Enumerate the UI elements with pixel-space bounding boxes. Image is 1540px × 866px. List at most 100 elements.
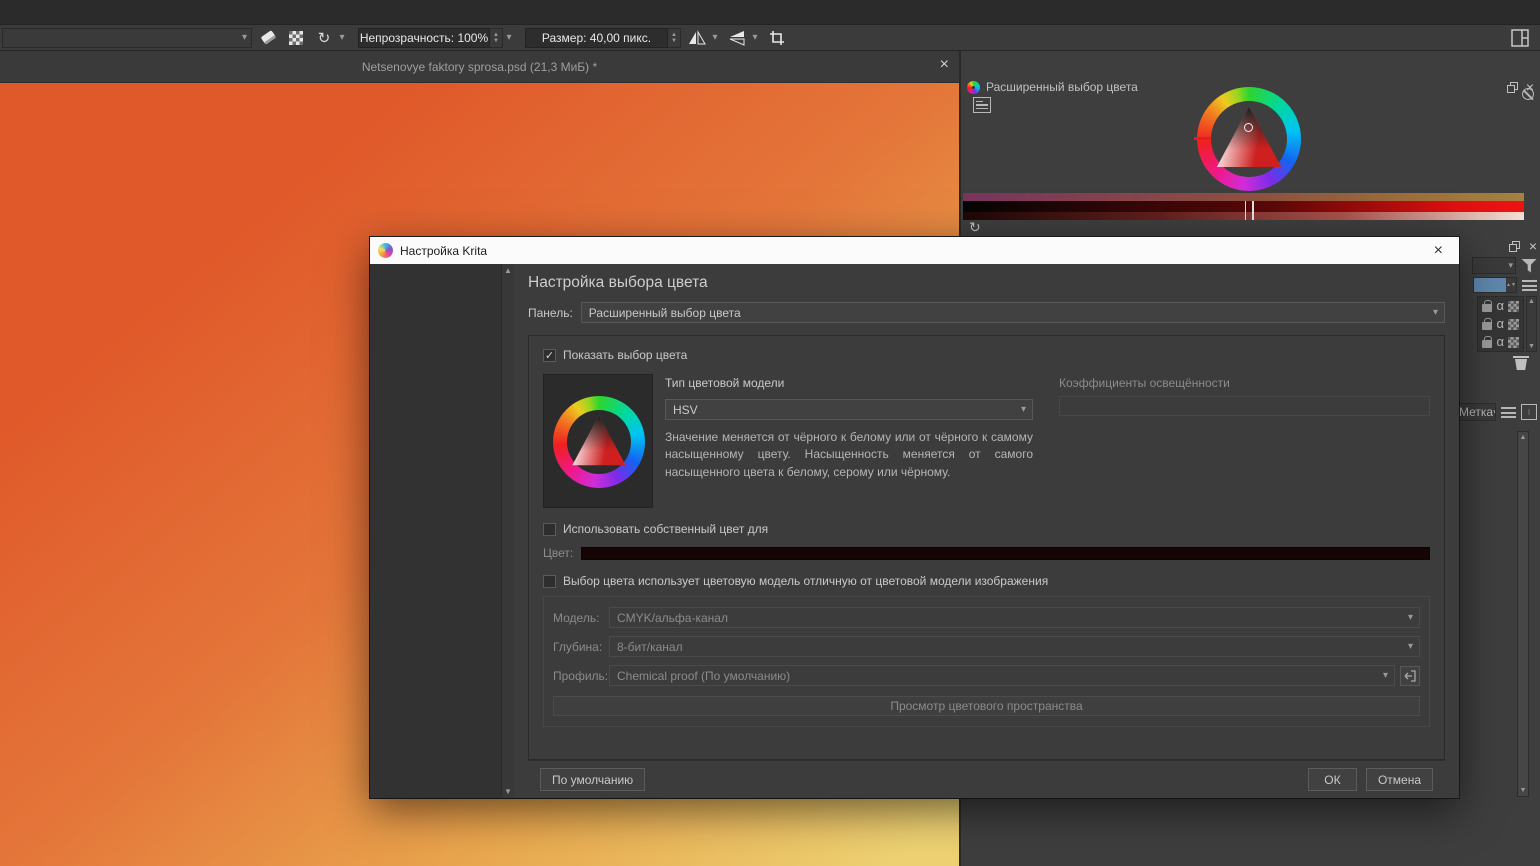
colorspace-browser-button: Просмотр цветового пространства <box>553 696 1420 716</box>
model-type-value: HSV <box>673 403 698 417</box>
layer-row[interactable]: α <box>1478 297 1523 315</box>
eraser-mode-button[interactable] <box>256 27 280 49</box>
lock-icon[interactable] <box>1482 340 1492 348</box>
inherit-alpha-icon[interactable] <box>1508 337 1519 348</box>
different-model-checkbox[interactable]: Выбор цвета использует цветовую модель о… <box>543 574 1430 588</box>
custom-color-bar <box>581 547 1430 560</box>
gradient-preset-dropdown[interactable]: ▾ <box>2 28 252 48</box>
sidebar-scrollbar[interactable]: ▲▼ <box>501 264 514 798</box>
panel-dropdown-value: Расширенный выбор цвета <box>589 306 741 320</box>
close-docker-icon[interactable]: × <box>1529 240 1537 252</box>
previous-color-swatch[interactable] <box>1521 119 1536 134</box>
brush-scrollbar[interactable]: ▲▼ <box>1517 431 1529 797</box>
mirror-horizontal-chevron[interactable]: ▾ <box>749 32 761 43</box>
preset-view-icon[interactable]: ⁝ <box>1521 404 1537 420</box>
colorspace-group: Модель: CMYK/альфа-канал ▾ Глубина: 8-би… <box>543 596 1430 727</box>
hue-ring[interactable] <box>1197 87 1301 191</box>
size-slider[interactable]: Размер: 40,00 пикс. <box>525 28 668 48</box>
panel-dropdown[interactable]: Расширенный выбор цвета ▾ <box>581 302 1445 323</box>
reload-options-chevron[interactable]: ▾ <box>336 32 348 43</box>
document-tab-title: Netsenovye faktory sprosa.psd (21,3 МиБ)… <box>362 60 597 74</box>
shade-strip-tint[interactable] <box>963 212 1524 220</box>
inherit-alpha-icon[interactable] <box>1508 301 1519 312</box>
lock-icon[interactable] <box>1482 304 1492 312</box>
selector-preview[interactable] <box>543 374 653 508</box>
model-value: CMYK/альфа-канал <box>617 611 728 625</box>
layer-row[interactable]: α <box>1478 333 1523 351</box>
checkbox-unchecked-icon <box>543 575 556 588</box>
alpha-lock-icon[interactable]: α <box>1496 336 1504 348</box>
profile-label: Профиль: <box>553 669 609 683</box>
show-color-selector-checkbox[interactable]: ✓ Показать выбор цвета <box>543 348 1430 362</box>
alpha-lock-icon[interactable]: α <box>1496 318 1504 330</box>
depth-value: 8-бит/канал <box>617 640 683 654</box>
ok-button[interactable]: ОК <box>1308 768 1357 791</box>
no-color-icon[interactable] <box>1522 88 1534 100</box>
document-tab[interactable]: Netsenovye faktory sprosa.psd (21,3 МиБ)… <box>0 51 959 83</box>
settings-dialog: Настройка Krita × ▲▼ Настройка выбора цв… <box>370 237 1459 798</box>
dialog-close-icon[interactable]: × <box>1426 242 1451 260</box>
profile-value: Chemical proof (По умолчанию) <box>617 669 790 683</box>
mirror-vertical-icon <box>688 30 706 46</box>
alpha-lock-icon[interactable]: α <box>1496 300 1504 312</box>
refresh-shades-icon[interactable]: ↻ <box>969 219 981 236</box>
luma-group-title: Коэффициенты освещённости <box>1059 376 1430 390</box>
depth-dropdown: 8-бит/канал ▾ <box>609 636 1420 657</box>
mirror-horizontal-button[interactable] <box>725 27 749 49</box>
layer-row[interactable]: α <box>1478 315 1523 333</box>
checkbox-label: Использовать собственный цвет для <box>563 522 768 536</box>
model-dropdown: CMYK/альфа-канал ▾ <box>609 607 1420 628</box>
selector-settings-icon[interactable] <box>973 97 991 113</box>
settings-sidebar <box>370 264 501 798</box>
checkbox-unchecked-icon <box>543 523 556 536</box>
filter-icon[interactable] <box>1521 259 1537 273</box>
model-type-dropdown[interactable]: HSV ▾ <box>665 399 1033 420</box>
profile-dropdown: Chemical proof (По умолчанию) ▾ <box>609 665 1395 686</box>
layer-opacity-slider[interactable]: ▲▼ <box>1473 277 1517 293</box>
opacity-options-chevron[interactable]: ▾ <box>503 32 515 43</box>
document-close-icon[interactable]: × <box>940 57 949 73</box>
trim-button[interactable] <box>765 27 789 49</box>
reload-preset-button[interactable]: ↻ <box>312 27 336 49</box>
blending-mode-dropdown[interactable]: ▾ <box>1472 257 1516 274</box>
chevron-down-icon: ▾ <box>1021 404 1026 415</box>
refresh-icon: ↻ <box>318 29 331 47</box>
checkerboard-icon <box>289 31 303 45</box>
workspace-icon <box>1511 29 1529 47</box>
last-color-swatch[interactable] <box>1521 103 1536 118</box>
chevron-down-icon: ▾ <box>1433 307 1438 318</box>
crop-icon <box>769 30 785 46</box>
hue-marker-icon <box>1194 137 1211 140</box>
krita-window: ▾ ↻ ▾ Непрозрачность: 100% ▲▼ ▾ Размер: … <box>0 0 1540 866</box>
layers-menu-icon[interactable] <box>1522 280 1537 291</box>
opacity-slider[interactable]: Непрозрачность: 100% <box>358 28 490 48</box>
panel-label: Панель: <box>528 306 573 320</box>
defaults-button[interactable]: По умолчанию <box>540 768 645 791</box>
workspace-chooser-button[interactable] <box>1508 27 1532 49</box>
custom-color-checkbox[interactable]: Использовать собственный цвет для <box>543 522 1430 536</box>
mirror-horizontal-icon <box>728 30 746 46</box>
presets-menu-icon[interactable] <box>1501 407 1516 418</box>
opacity-spinner[interactable]: ▲▼ <box>490 28 503 48</box>
size-spinner[interactable]: ▲▼ <box>668 28 681 48</box>
toolbar: ▾ ↻ ▾ Непрозрачность: 100% ▲▼ ▾ Размер: … <box>0 25 1540 51</box>
tag-filter-dropdown[interactable]: Метка▾ <box>1456 403 1496 421</box>
float-docker-icon[interactable] <box>1507 82 1518 93</box>
color-cursor-icon <box>1244 123 1253 132</box>
layers-scrollbar[interactable]: ▲▼ <box>1526 296 1537 352</box>
inherit-alpha-icon[interactable] <box>1508 319 1519 330</box>
mirror-vertical-chevron[interactable]: ▾ <box>709 32 721 43</box>
shade-strip-value[interactable] <box>963 201 1524 212</box>
mirror-vertical-button[interactable] <box>685 27 709 49</box>
delete-layer-icon[interactable] <box>1513 355 1529 371</box>
lock-icon[interactable] <box>1482 322 1492 330</box>
shade-strip-hue[interactable] <box>963 193 1524 201</box>
cancel-button[interactable]: Отмена <box>1366 768 1433 791</box>
checkbox-label: Выбор цвета использует цветовую модель о… <box>563 574 1048 588</box>
float-docker-icon[interactable] <box>1509 241 1520 252</box>
dialog-title-bar[interactable]: Настройка Krita × <box>370 237 1459 264</box>
import-profile-button[interactable] <box>1400 666 1420 686</box>
tab-page-color-selection: ✓ Показать выбор цвета Тип цветовой моде… <box>528 335 1445 760</box>
preserve-alpha-button[interactable] <box>284 27 308 49</box>
shade-selector-strips[interactable] <box>963 193 1524 220</box>
